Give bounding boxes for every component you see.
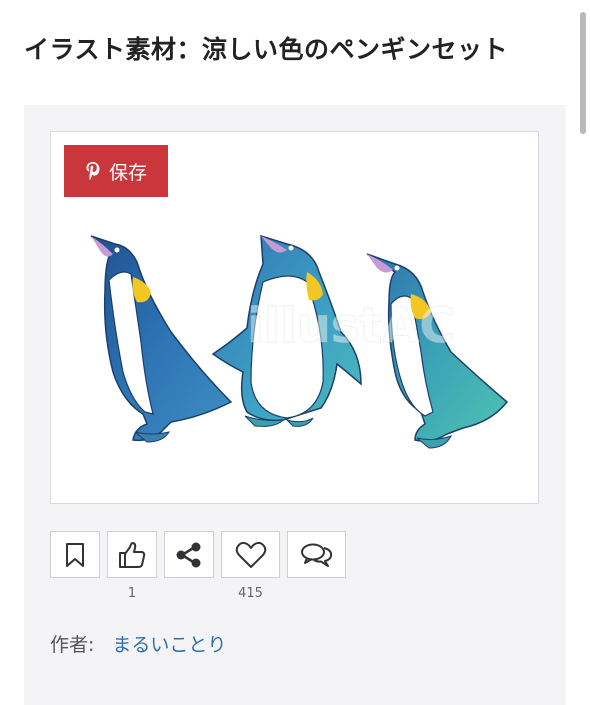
comment-action — [287, 531, 346, 602]
like-button[interactable] — [107, 531, 157, 578]
comment-button[interactable] — [287, 531, 346, 578]
favorite-action: 415 — [221, 531, 280, 602]
share-button[interactable] — [164, 531, 214, 578]
author-label: 作者: — [50, 634, 95, 656]
like-action: 1 — [107, 531, 157, 602]
thumbs-up-icon — [119, 541, 146, 568]
page-title: イラスト素材：涼しい色のペンギンセット — [24, 35, 509, 64]
scrollbar[interactable] — [580, 12, 586, 134]
watermark-text: illustAC — [247, 298, 454, 354]
comment-icon — [300, 543, 332, 567]
action-bar: 1 415 — [50, 531, 346, 602]
penguin-dark-blue — [90, 235, 233, 443]
bookmark-action — [50, 531, 100, 602]
share-action — [164, 531, 214, 602]
bookmark-icon — [66, 542, 84, 567]
pinterest-save-button[interactable]: 保存 — [64, 145, 168, 197]
favorite-button[interactable] — [221, 531, 280, 578]
share-icon — [176, 542, 201, 567]
save-button-label: 保存 — [108, 161, 147, 184]
author-line: 作者: まるいことり — [50, 630, 226, 657]
heart-icon — [235, 541, 266, 568]
pinterest-icon — [86, 162, 100, 180]
like-count: 1 — [127, 586, 137, 601]
favorite-count: 415 — [238, 586, 263, 601]
author-link[interactable]: まるいことり — [112, 630, 226, 657]
bookmark-button[interactable] — [50, 531, 100, 578]
illustration-frame[interactable]: illustAC 保存 — [50, 131, 539, 504]
